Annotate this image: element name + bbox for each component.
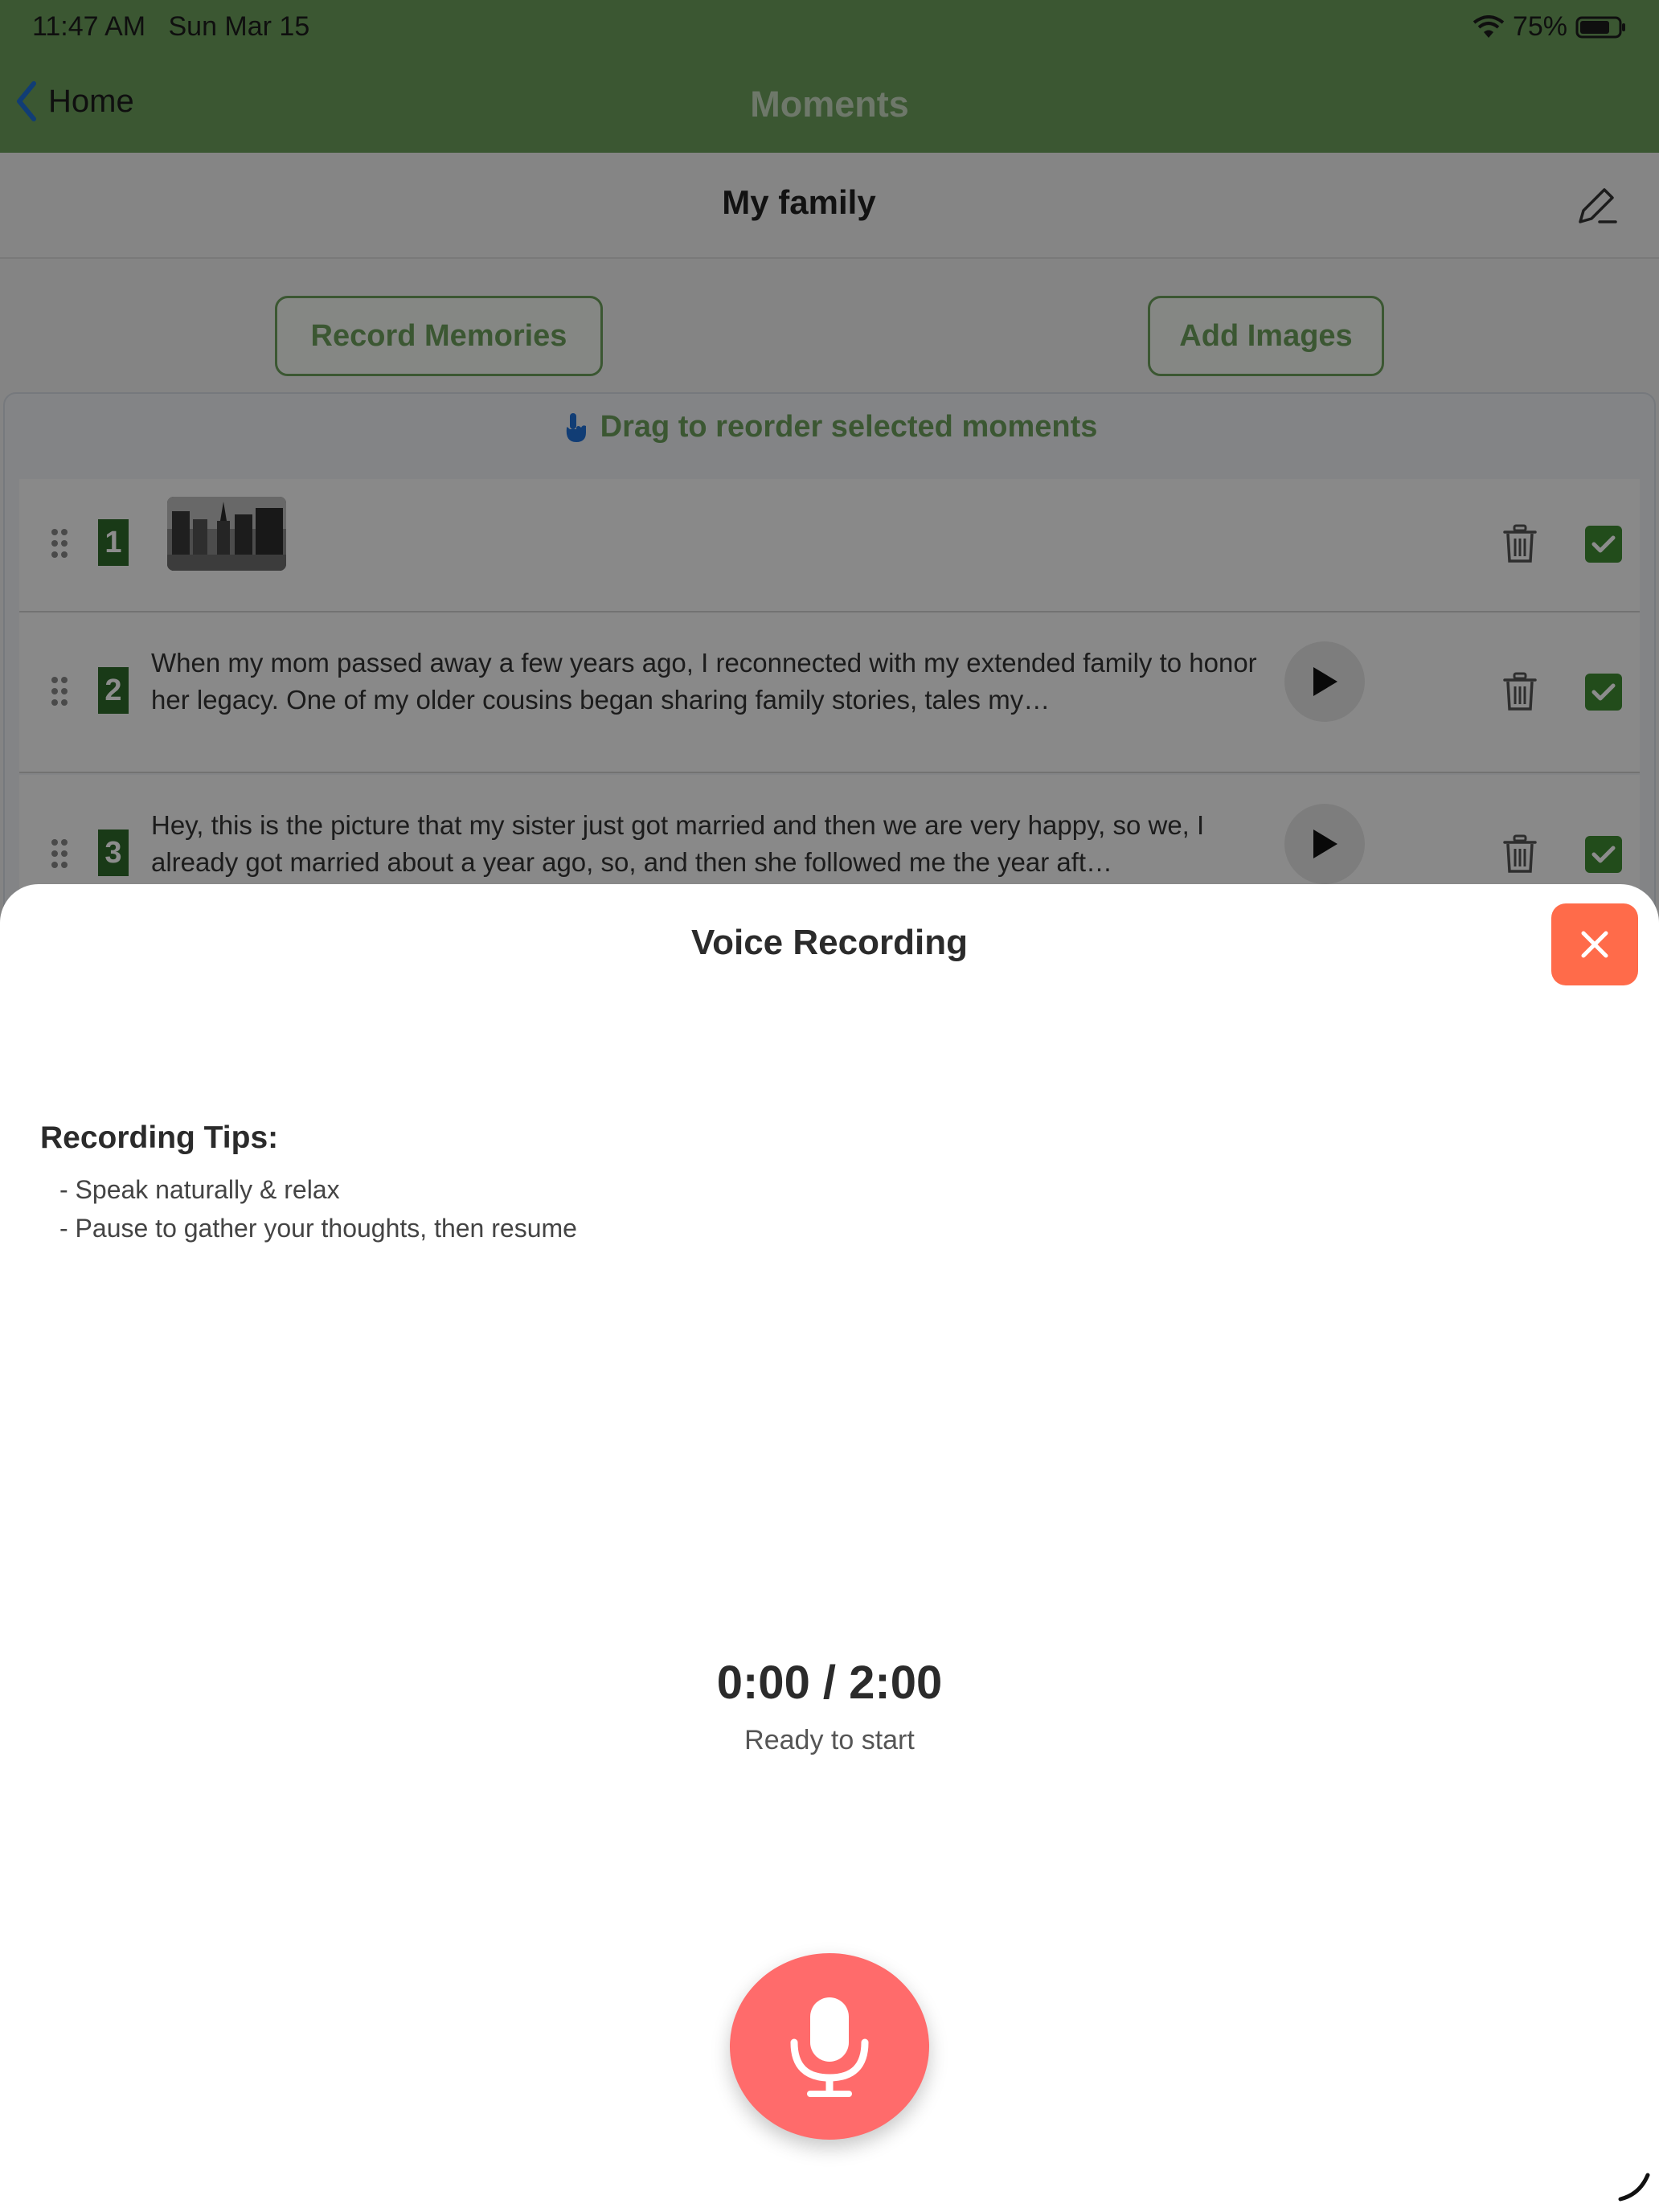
close-icon [1581,931,1608,958]
tip-item: - Speak naturally & relax [59,1175,340,1204]
tip-item: - Pause to gather your thoughts, then re… [59,1214,577,1243]
recording-timer: 0:00 / 2:00 [716,1657,943,1709]
resize-grabber-icon [1618,2173,1650,2202]
recording-status: Ready to start [744,1725,915,1755]
record-button[interactable] [730,1953,929,2140]
modal-backdrop[interactable] [0,0,1659,932]
modal-title: Voice Recording [691,923,968,962]
microphone-icon [790,1997,869,2097]
close-button[interactable] [1551,903,1638,985]
tips-heading: Recording Tips: [40,1120,279,1155]
